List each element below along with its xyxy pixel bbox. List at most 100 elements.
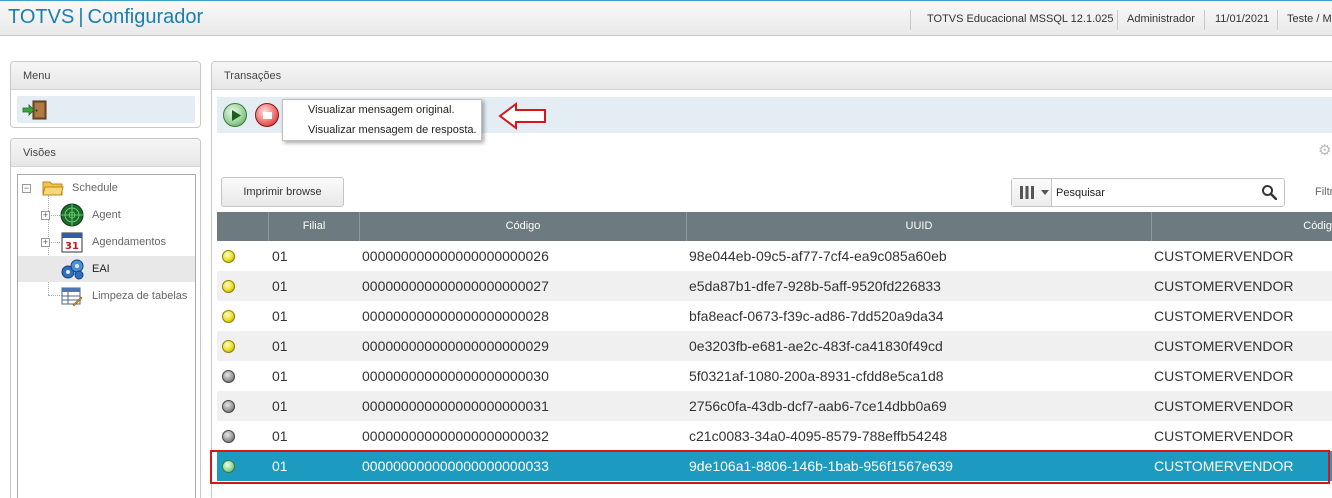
tree-expand-toggle[interactable]: + <box>41 238 50 247</box>
status-gray-icon <box>222 370 235 383</box>
cell-codigo: 000000000000000000000032 <box>362 428 549 444</box>
status-yellow-icon <box>222 250 235 263</box>
column-header-filial[interactable]: Filial <box>268 212 359 241</box>
cell-uuid: 98e044eb-09c5-af77-7cf4-ea9c085a60eb <box>689 248 947 264</box>
cell-filial: 01 <box>272 278 288 294</box>
cell-codigo-2: CUSTOMERVENDOR <box>1154 458 1294 474</box>
table-header: Filial Código UUID Códig <box>217 212 1332 241</box>
user-name[interactable]: Administrador <box>1117 10 1204 30</box>
visoes-tree: − Schedule + Agent + 31 Agendamentos EAI… <box>17 174 196 498</box>
environment-name[interactable]: Teste / M <box>1277 10 1332 30</box>
status-yellow-icon <box>222 280 235 293</box>
play-icon <box>232 110 241 121</box>
column-picker-button[interactable] <box>1012 179 1052 206</box>
status-gray-icon <box>222 400 235 413</box>
cell-codigo: 000000000000000000000031 <box>362 398 549 414</box>
tree-collapse-toggle[interactable]: − <box>22 184 31 193</box>
table-clean-icon <box>61 287 83 307</box>
app-module: Configurador <box>87 6 204 28</box>
puzzle-icon <box>61 259 84 280</box>
status-yellow-icon <box>222 310 235 323</box>
stop-icon <box>263 112 272 119</box>
cell-codigo-2: CUSTOMERVENDOR <box>1154 368 1294 384</box>
column-header-codigo[interactable]: Código <box>359 212 686 241</box>
cell-filial: 01 <box>272 458 288 474</box>
status-gray-icon <box>222 430 235 443</box>
callout-arrow-icon <box>498 102 546 130</box>
visoes-panel: Visões − Schedule + Agent + 31 Agendamen… <box>10 138 201 498</box>
table-row[interactable]: 01 000000000000000000000031 2756c0fa-43db-… <box>217 391 1332 421</box>
visoes-panel-title: Visões <box>11 139 200 167</box>
svg-text:31: 31 <box>65 241 79 252</box>
cell-codigo-2: CUSTOMERVENDOR <box>1154 338 1294 354</box>
transactions-table: Filial Código UUID Códig 01 0000000000000… <box>217 212 1332 498</box>
column-header-status[interactable] <box>217 212 268 241</box>
menu-panel: Menu <box>10 61 201 128</box>
menu-panel-title: Menu <box>11 62 200 90</box>
cell-filial: 01 <box>272 428 288 444</box>
table-row[interactable]: 01 000000000000000000000030 5f0321af-1080-… <box>217 361 1332 391</box>
globe-radar-icon <box>60 203 84 227</box>
cell-codigo-2: CUSTOMERVENDOR <box>1154 278 1294 294</box>
tree-item-label: Limpeza de tabelas <box>92 290 188 302</box>
cell-filial: 01 <box>272 248 288 264</box>
cell-codigo: 000000000000000000000026 <box>362 248 549 264</box>
app-name: TOTVS <box>8 6 75 28</box>
title-separator: | <box>78 6 84 28</box>
message-popup-menu: Visualizar mensagem original. Visualizar… <box>282 99 482 141</box>
stop-button[interactable] <box>255 103 279 127</box>
tree-item-agendamentos[interactable]: + 31 Agendamentos <box>18 229 195 255</box>
columns-icon <box>1020 186 1034 199</box>
cell-codigo: 000000000000000000000029 <box>362 338 549 354</box>
product-version: TOTVS Educacional MSSQL 12.1.025 <box>910 10 1117 30</box>
table-row[interactable]: 01 000000000000000000000026 98e044eb-09c5-… <box>217 241 1332 271</box>
play-button[interactable] <box>223 103 247 127</box>
menu-item-view-original-message[interactable]: Visualizar mensagem original. <box>308 101 455 119</box>
tree-item-label: Agent <box>92 209 121 221</box>
cell-codigo: 000000000000000000000030 <box>362 368 549 384</box>
tree-item-agent[interactable]: + Agent <box>18 202 195 228</box>
tree-item-label: EAI <box>92 263 110 275</box>
status-yellow-icon <box>222 340 235 353</box>
tree-expand-toggle[interactable]: + <box>41 211 50 220</box>
transactions-panel-title: Transações <box>212 62 1332 90</box>
cell-uuid: 0e3203fb-e681-ae2c-483f-ca41830f49cd <box>689 338 943 354</box>
cell-codigo-2: CUSTOMERVENDOR <box>1154 398 1294 414</box>
tree-item-eai[interactable]: EAI <box>18 256 195 282</box>
cell-codigo-2: CUSTOMERVENDOR <box>1154 248 1294 264</box>
cell-codigo: 000000000000000000000027 <box>362 278 549 294</box>
column-header-uuid[interactable]: UUID <box>686 212 1151 241</box>
tree-item-label: Agendamentos <box>92 236 166 248</box>
tree-item-schedule[interactable]: − Schedule <box>18 175 195 201</box>
session-date: 11/01/2021 <box>1204 10 1277 30</box>
table-row[interactable]: 01 000000000000000000000027 e5da87b1-dfe7-… <box>217 271 1332 301</box>
cell-filial: 01 <box>272 338 288 354</box>
cell-uuid: e5da87b1-dfe7-928b-5aff-9520fd226833 <box>689 278 941 294</box>
folder-icon <box>42 181 64 196</box>
cell-uuid: 5f0321af-1080-200a-8931-cfdd8e5ca1d8 <box>689 368 944 384</box>
table-row[interactable]: 01 000000000000000000000029 0e3203fb-e681-… <box>217 331 1332 361</box>
status-green-icon <box>222 460 235 473</box>
cell-uuid: 2756c0fa-43db-dcf7-aab6-7ce14dbb0a69 <box>689 398 947 414</box>
search-input[interactable] <box>1056 183 1256 202</box>
app-title: TOTVS | Configurador <box>8 6 203 29</box>
tree-item-label: Schedule <box>72 182 118 194</box>
calendar-icon: 31 <box>61 232 83 253</box>
table-row[interactable]: 01 000000000000000000000033 9de106a1-8806-… <box>217 451 1332 481</box>
filter-label[interactable]: Filtr <box>1315 186 1332 198</box>
exit-door-icon[interactable] <box>22 100 48 120</box>
cell-filial: 01 <box>272 368 288 384</box>
tree-item-limpeza-de-tabelas[interactable]: Limpeza de tabelas <box>18 283 195 309</box>
cell-filial: 01 <box>272 308 288 324</box>
cell-uuid: c21c0083-34a0-4095-8579-788effb54248 <box>689 428 948 444</box>
menu-item-view-response-message[interactable]: Visualizar mensagem de resposta. <box>308 121 477 139</box>
cell-codigo-2: CUSTOMERVENDOR <box>1154 428 1294 444</box>
print-browse-button[interactable]: Imprimir browse <box>221 177 344 207</box>
search-icon[interactable] <box>1261 184 1277 200</box>
table-row[interactable]: 01 000000000000000000000032 c21c0083-34a0-… <box>217 421 1332 451</box>
table-row[interactable]: 01 000000000000000000000028 bfa8eacf-0673-… <box>217 301 1332 331</box>
menu-toolbar <box>17 96 195 123</box>
cell-filial: 01 <box>272 398 288 414</box>
settings-gear-icon[interactable]: ⚙ <box>1318 143 1332 158</box>
column-header-codigo-2[interactable]: Códig <box>1151 212 1332 241</box>
